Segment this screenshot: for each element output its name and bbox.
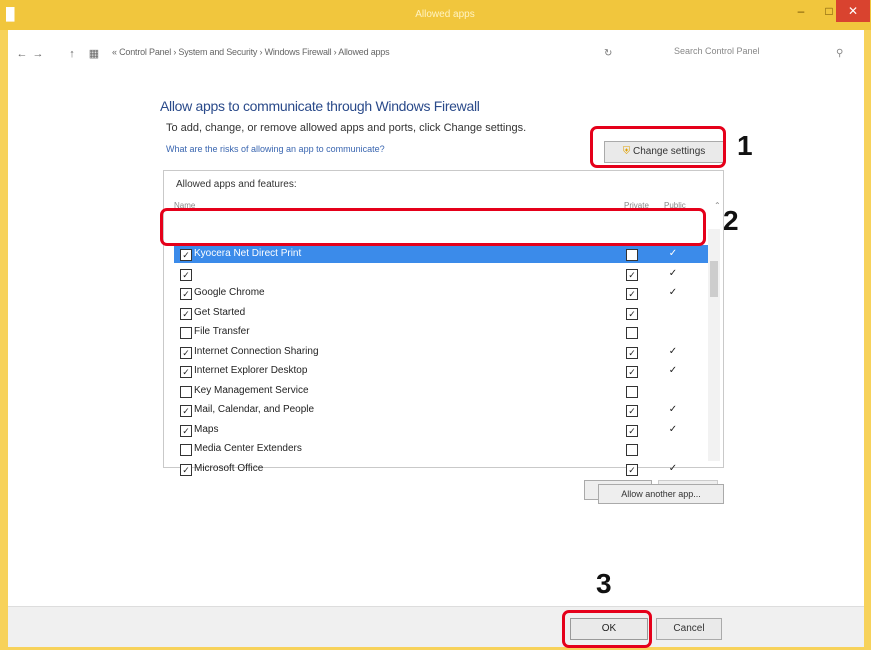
public-checkbox[interactable]: ✓ <box>668 268 678 279</box>
app-name: Internet Connection Sharing <box>194 345 319 357</box>
app-name: Media Center Extenders <box>194 443 302 454</box>
public-checkbox[interactable]: ✓ <box>668 405 678 415</box>
app-name: Get Started <box>194 306 246 318</box>
list-item[interactable]: ✓ Mail, Calendar, and People ✓ ✓ <box>174 401 709 419</box>
list-item[interactable]: ✓ Internet Connection Sharing ✓ ✓ <box>174 343 709 361</box>
allowed-apps-caption: Allowed apps and features: <box>176 179 297 190</box>
app-enable-checkbox[interactable] <box>180 444 192 456</box>
private-checkbox[interactable]: ✓ <box>626 405 638 417</box>
window-client-area: ← → ↑ ▦ « Control Panel › System and Sec… <box>8 30 864 647</box>
page-title: Allow apps to communicate through Window… <box>160 98 480 114</box>
private-checkbox[interactable]: ✓ <box>626 307 638 320</box>
private-checkbox[interactable]: ✓ <box>626 463 638 476</box>
refresh-icon[interactable]: ↻ <box>604 48 612 59</box>
scroll-thumb[interactable] <box>710 261 718 297</box>
app-name: Internet Explorer Desktop <box>194 365 308 376</box>
app-enable-checkbox[interactable]: ✓ <box>180 463 192 476</box>
list-item[interactable]: ✓ Google Chrome ✓ ✓ <box>174 284 709 302</box>
address-bar: ← → ↑ ▦ « Control Panel › System and Sec… <box>8 42 864 66</box>
list-item[interactable]: ✓ Maps ✓ ✓ <box>174 421 709 439</box>
search-icon[interactable]: ⚲ <box>836 48 843 59</box>
callout-number-1: 1 <box>737 130 753 161</box>
private-checkbox[interactable] <box>626 385 638 398</box>
back-icon[interactable]: ← <box>16 48 28 60</box>
private-checkbox[interactable] <box>626 444 638 456</box>
public-checkbox[interactable]: ✓ <box>668 346 678 357</box>
title-bar: █ Allowed apps – □ ✕ <box>0 0 871 30</box>
app-enable-checkbox[interactable]: ✓ <box>180 288 192 300</box>
public-checkbox[interactable]: ✓ <box>668 463 678 474</box>
close-button[interactable]: ✕ <box>836 0 870 22</box>
private-checkbox[interactable]: ✓ <box>626 366 638 378</box>
list-scrollbar[interactable] <box>708 229 720 461</box>
list-item[interactable]: Media Center Extenders <box>174 440 709 458</box>
minimize-button[interactable]: – <box>786 0 816 22</box>
breadcrumb[interactable]: « Control Panel › System and Security › … <box>112 47 390 57</box>
callout-number-3: 3 <box>596 568 612 599</box>
forward-icon[interactable]: → <box>32 48 44 60</box>
list-item[interactable]: ✓ ✓ ✓ <box>174 265 709 283</box>
page-description: To add, change, or remove allowed apps a… <box>166 122 527 134</box>
app-name: File Transfer <box>194 326 250 337</box>
private-checkbox[interactable]: ✓ <box>626 268 638 281</box>
public-checkbox[interactable]: ✓ <box>668 366 678 376</box>
app-name: Microsoft Office <box>194 462 264 474</box>
app-name: Google Chrome <box>194 287 265 298</box>
firewall-window: █ Allowed apps – □ ✕ ← → ↑ ▦ « Control P… <box>0 0 871 650</box>
app-name: Kyocera Net Direct Print <box>194 248 302 259</box>
list-item[interactable]: Key Management Service <box>174 382 709 400</box>
callout-box-app-row <box>160 208 706 246</box>
list-item[interactable]: File Transfer <box>174 323 709 341</box>
cancel-button[interactable]: Cancel <box>656 618 722 640</box>
list-item-selected[interactable]: ✓ Kyocera Net Direct Print ✓ ✓ <box>174 245 709 263</box>
up-icon[interactable]: ↑ <box>66 48 78 60</box>
app-enable-checkbox[interactable]: ✓ <box>180 346 192 359</box>
dialog-footer <box>8 606 864 647</box>
window-title: Allowed apps <box>415 9 475 20</box>
public-checkbox[interactable]: ✓ <box>668 288 678 298</box>
private-checkbox[interactable]: ✓ <box>626 346 638 359</box>
public-checkbox[interactable] <box>668 327 678 337</box>
public-checkbox[interactable]: ✓ <box>668 249 678 259</box>
app-enable-checkbox[interactable]: ✓ <box>180 307 192 320</box>
app-enable-checkbox[interactable]: ✓ <box>180 268 192 281</box>
app-enable-checkbox[interactable] <box>180 327 192 339</box>
search-input[interactable]: Search Control Panel <box>668 46 824 60</box>
private-checkbox[interactable]: ✓ <box>626 424 638 437</box>
private-checkbox[interactable] <box>626 327 638 339</box>
risks-help-link[interactable]: What are the risks of allowing an app to… <box>166 144 385 154</box>
app-enable-checkbox[interactable]: ✓ <box>180 249 192 261</box>
list-item[interactable]: ✓ Get Started ✓ <box>174 304 709 322</box>
callout-box-ok <box>562 610 652 648</box>
list-item[interactable]: ✓ Internet Explorer Desktop ✓ ✓ <box>174 362 709 380</box>
app-enable-checkbox[interactable] <box>180 385 192 398</box>
private-checkbox[interactable]: ✓ <box>626 249 638 261</box>
chevron-up-icon: ⌃ <box>714 201 721 210</box>
app-enable-checkbox[interactable]: ✓ <box>180 405 192 417</box>
list-item[interactable]: ✓ Microsoft Office ✓ ✓ <box>174 460 709 478</box>
callout-box-change-settings <box>590 126 726 168</box>
callout-number-2: 2 <box>723 205 739 236</box>
private-checkbox[interactable]: ✓ <box>626 288 638 300</box>
app-name: Key Management Service <box>194 384 309 396</box>
app-name: Mail, Calendar, and People <box>194 404 315 415</box>
public-checkbox[interactable]: ✓ <box>668 424 678 435</box>
public-checkbox[interactable] <box>668 444 678 454</box>
control-panel-icon: ▦ <box>88 48 100 60</box>
public-checkbox[interactable] <box>668 386 678 396</box>
public-checkbox[interactable] <box>668 308 678 318</box>
app-name: Maps <box>194 423 219 435</box>
window-app-icon: █ <box>6 7 15 21</box>
app-enable-checkbox[interactable]: ✓ <box>180 366 192 378</box>
app-enable-checkbox[interactable]: ✓ <box>180 424 192 437</box>
allow-another-app-button[interactable]: Allow another app... <box>598 484 724 504</box>
